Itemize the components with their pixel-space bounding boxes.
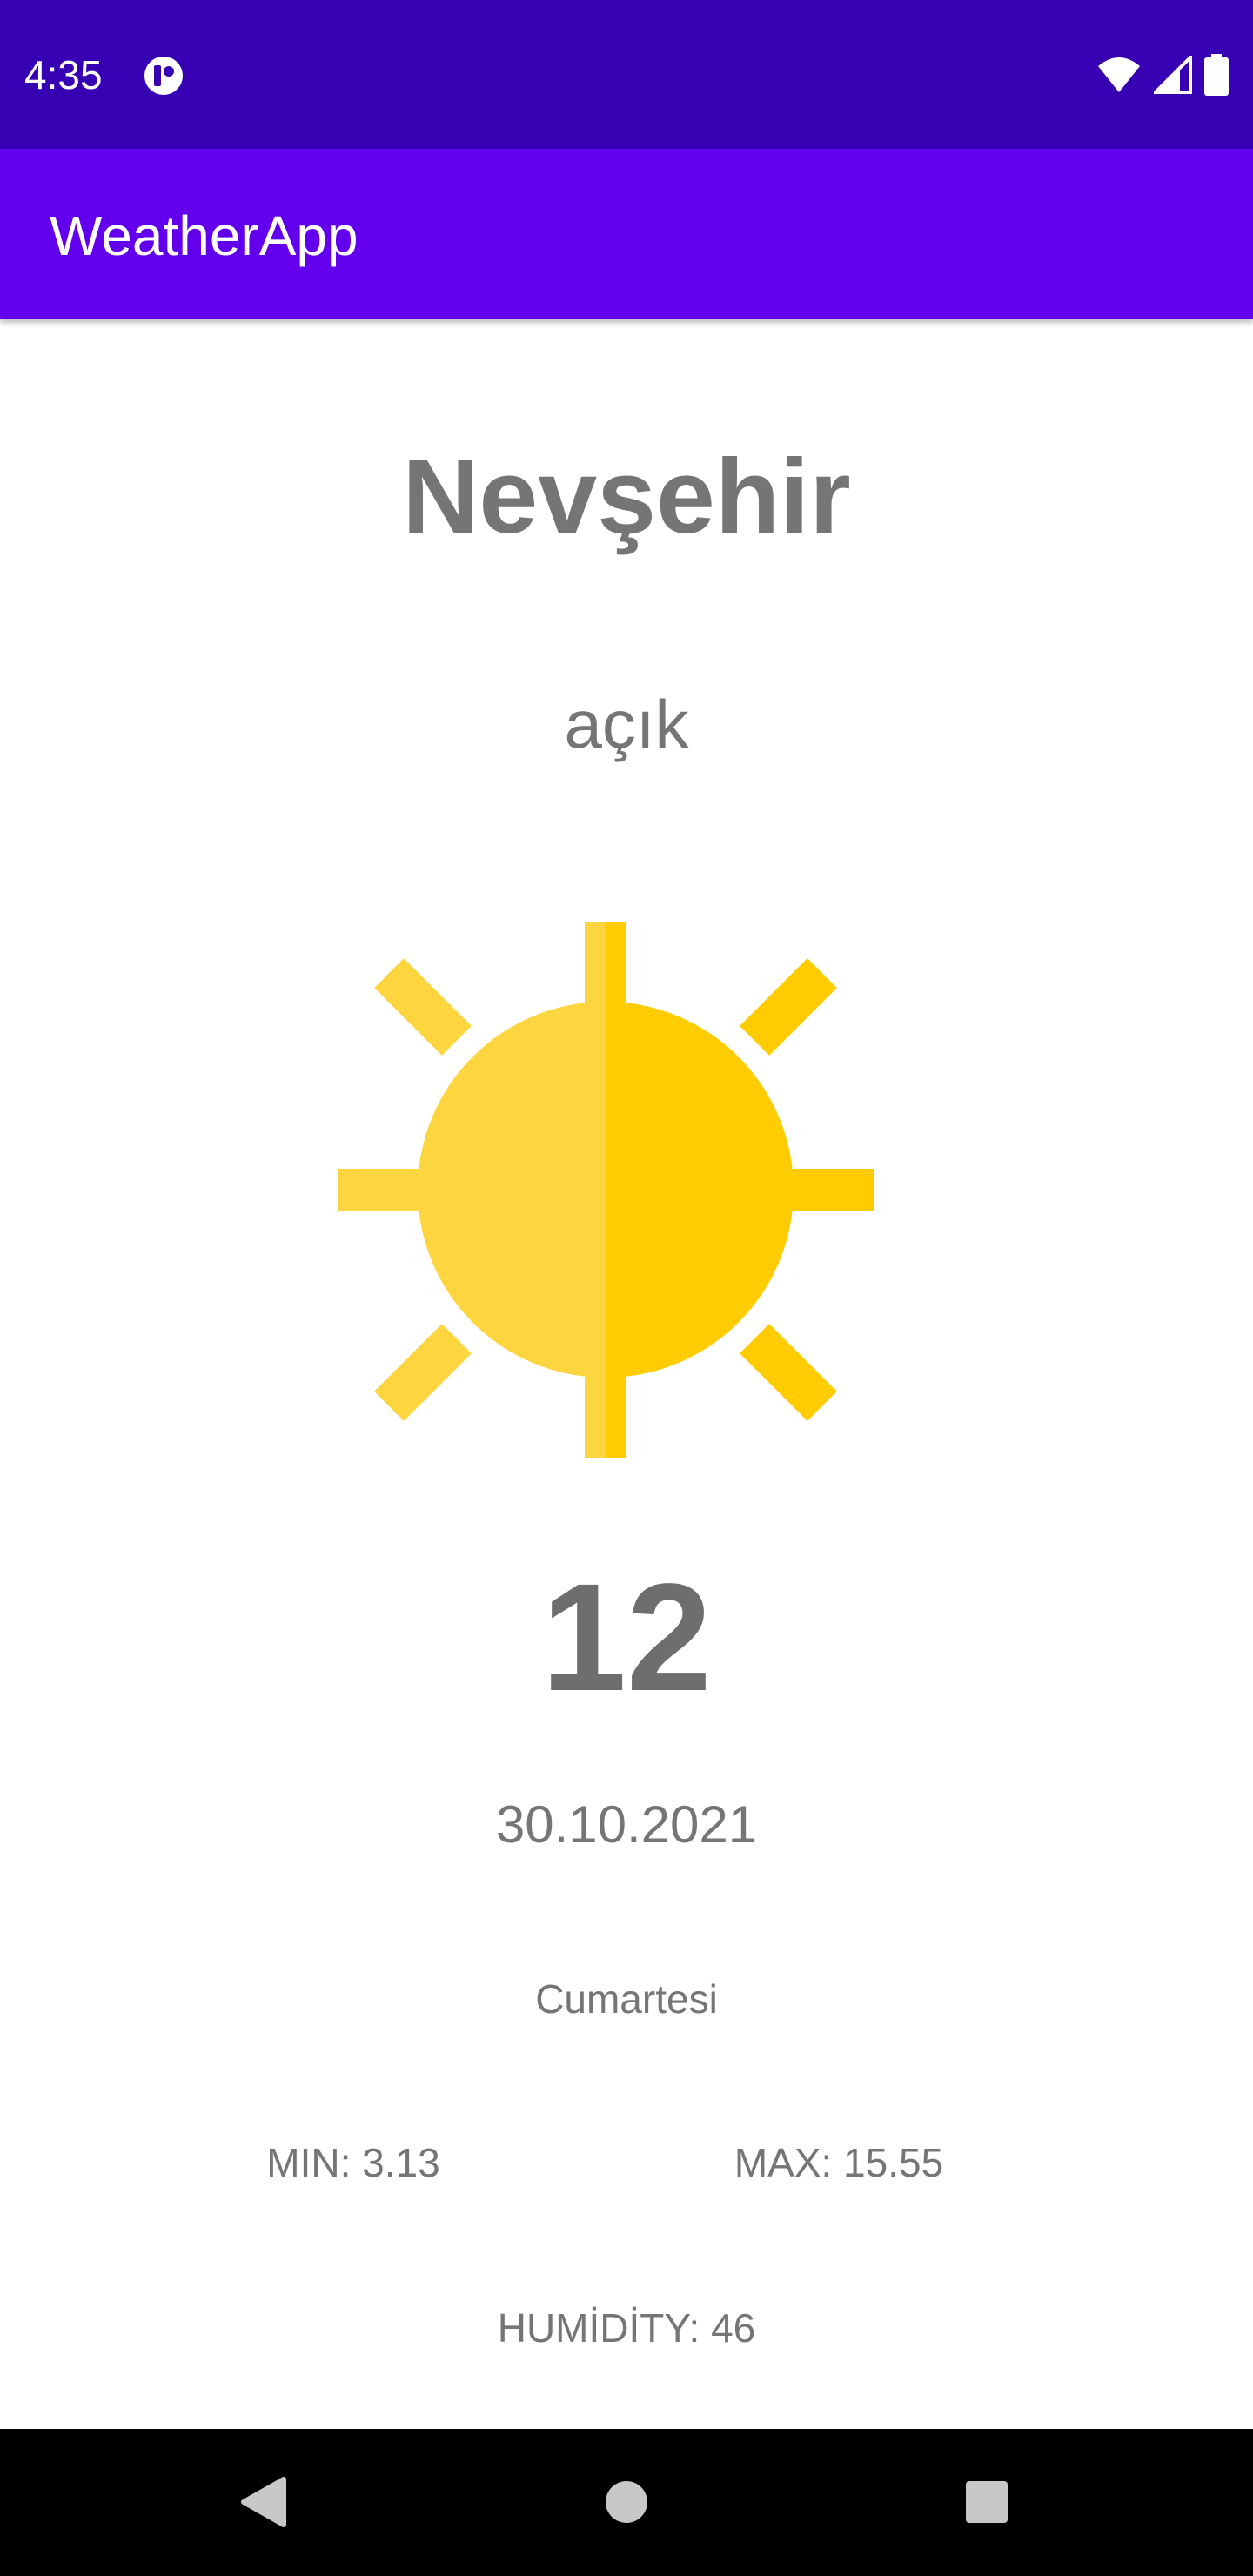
day-label: Cumartesi xyxy=(535,1976,718,2022)
city-name: Nevşehir xyxy=(402,437,851,555)
battery-icon xyxy=(1204,54,1229,96)
temperature-value: 12 xyxy=(541,1553,712,1723)
app-notification-icon xyxy=(144,57,183,95)
app-bar: WeatherApp xyxy=(0,149,1253,319)
weather-content: Nevşehir açık 12 30.10.2021 Cumartesi MI… xyxy=(0,319,1253,2429)
back-button[interactable] xyxy=(223,2462,303,2542)
status-time: 4:35 xyxy=(24,52,103,97)
wifi-icon xyxy=(1098,57,1140,92)
sun-icon xyxy=(338,922,874,1458)
status-icons xyxy=(1096,50,1229,99)
status-bar: 4:35 xyxy=(0,0,1253,149)
home-button[interactable] xyxy=(586,2462,667,2542)
recents-button[interactable] xyxy=(947,2462,1027,2542)
back-icon xyxy=(241,2477,286,2527)
recents-icon xyxy=(966,2481,1008,2523)
cellular-signal-icon xyxy=(1154,56,1192,94)
date-label: 30.10.2021 xyxy=(495,1795,758,1854)
home-icon xyxy=(606,2481,647,2523)
humidity-label: HUMİDİTY: 46 xyxy=(497,2305,756,2351)
max-temperature: MAX: 15.55 xyxy=(734,2140,944,2185)
navigation-bar xyxy=(0,2429,1253,2576)
min-temperature: MIN: 3.13 xyxy=(266,2140,440,2185)
weather-condition: açık xyxy=(564,686,689,762)
app-title: WeatherApp xyxy=(50,205,358,267)
screen: 4:35 WeatherApp Nevşehir açık 12 30.10.2… xyxy=(0,0,1253,2576)
